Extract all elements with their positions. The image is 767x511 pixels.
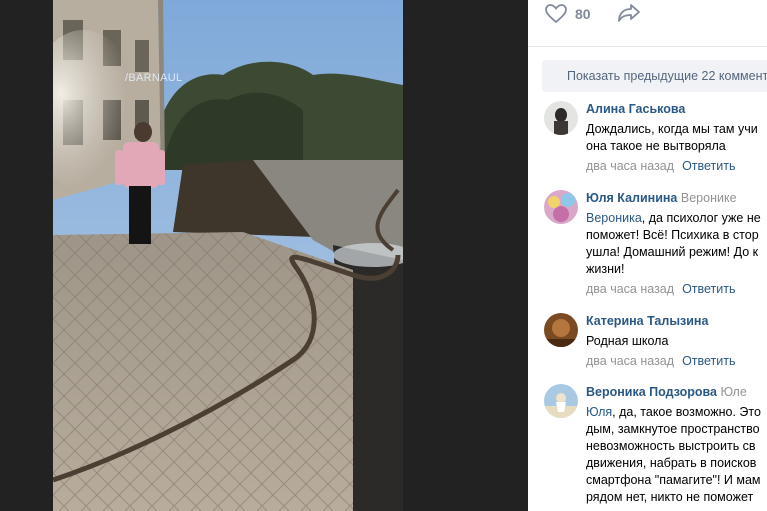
school-yard-photo [53,0,403,511]
heart-icon [545,4,567,24]
share-button[interactable] [616,2,642,29]
share-arrow-icon [618,4,640,22]
reply-button[interactable]: Ответить [682,282,735,296]
comments-panel: 80 Показать предыдущие 22 коммент Алина … [528,0,767,511]
comment-author[interactable]: Юля Калинина [586,191,677,205]
comment-author[interactable]: Вероника Подзорова [586,385,717,399]
post-actions-bar: 80 [528,0,767,47]
watermark-logo: /BARNAUL [125,72,183,84]
comment-author[interactable]: Катерина Талызина [586,314,708,328]
like-count: 80 [575,6,591,22]
avatar[interactable] [544,313,578,347]
comment-time[interactable]: два часа назад [586,159,674,173]
show-previous-comments-button[interactable]: Показать предыдущие 22 коммент [542,60,767,92]
avatar[interactable] [544,190,578,224]
avatar[interactable] [544,384,578,418]
comment-text: Дождались, когда мы там учи она такое не… [586,122,758,153]
reply-button[interactable]: Ответить [682,159,735,173]
mention-link[interactable]: Вероника [586,211,642,225]
photo-viewer: /BARNAUL [0,0,528,511]
mention-link[interactable]: Юля [586,405,612,419]
reply-button[interactable]: Ответить [682,354,735,368]
like-button[interactable]: 80 [544,2,591,26]
comment-text: Вероника, да психолог уже не поможет! Вс… [586,211,761,276]
avatar[interactable] [544,101,578,135]
reply-to-name[interactable]: Юле [720,385,746,399]
comment-time[interactable]: два часа назад [586,354,674,368]
comment-text: Юля, да, такое возможно. Это дым, замкну… [586,405,761,504]
comment-time[interactable]: два часа назад [586,282,674,296]
post-photo[interactable]: /BARNAUL [53,0,403,511]
reply-to-name[interactable]: Веронике [681,191,737,205]
comment-text: Родная школа [586,334,669,348]
comment-author[interactable]: Алина Гаськова [586,102,685,116]
